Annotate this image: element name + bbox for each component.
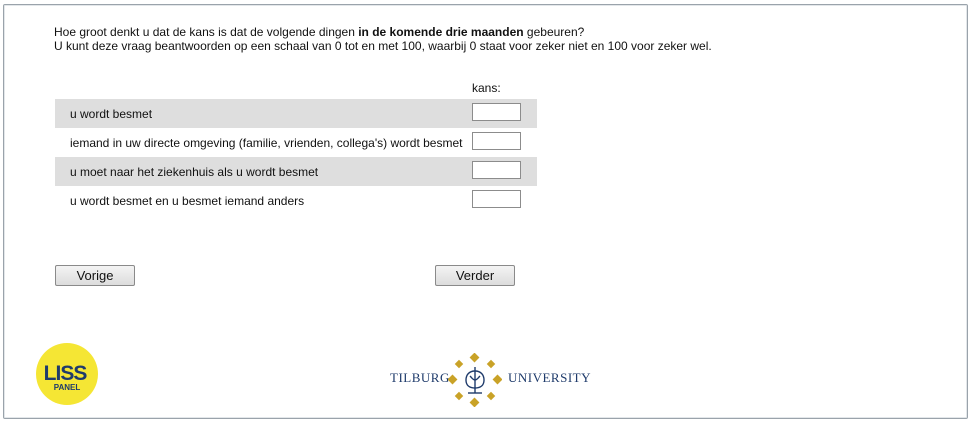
tilburg-word: TILBURG xyxy=(390,370,450,385)
tilburg-emblem-icon xyxy=(448,353,502,407)
kans-input[interactable] xyxy=(472,103,521,121)
kans-column-header: kans: xyxy=(472,81,501,95)
row-label: u moet naar het ziekenhuis als u wordt b… xyxy=(70,164,319,179)
question-emphasis: in de komende drie maanden xyxy=(358,25,524,39)
answer-grid: u wordt besmet iemand in uw directe omge… xyxy=(55,99,537,215)
grid-row: u wordt besmet en u besmet iemand anders xyxy=(55,186,537,215)
liss-logo-subtext: PANEL xyxy=(54,383,81,392)
question-line-2: U kunt deze vraag beantwoorden op een sc… xyxy=(54,39,712,53)
grid-row: u moet naar het ziekenhuis als u wordt b… xyxy=(55,157,537,186)
liss-panel-logo: LISS PANEL xyxy=(36,343,98,405)
next-button[interactable]: Verder xyxy=(435,265,515,286)
row-label: iemand in uw directe omgeving (familie, … xyxy=(70,135,463,150)
question-line-1: Hoe groot denkt u dat de kans is dat de … xyxy=(54,25,585,39)
kans-input[interactable] xyxy=(472,190,521,208)
tilburg-university-logo: TILBURG UNIVERSITY xyxy=(390,353,591,407)
university-word: UNIVERSITY xyxy=(508,370,591,385)
kans-input[interactable] xyxy=(472,161,521,179)
liss-logo-text: LISS xyxy=(44,362,88,385)
row-label: u wordt besmet xyxy=(70,106,153,121)
row-label: u wordt besmet en u besmet iemand anders xyxy=(70,193,305,208)
previous-button[interactable]: Vorige xyxy=(55,265,135,286)
question-text: Hoe groot denkt u dat de kans is dat de … xyxy=(54,25,712,53)
grid-row: u wordt besmet xyxy=(55,99,537,128)
kans-input[interactable] xyxy=(472,132,521,150)
grid-row: iemand in uw directe omgeving (familie, … xyxy=(55,128,537,157)
